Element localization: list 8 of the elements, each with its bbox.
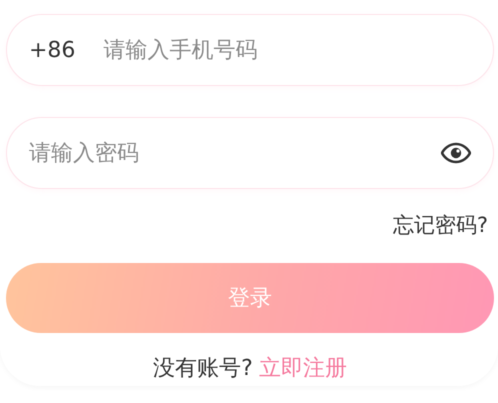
forgot-password-link[interactable]: 忘记密码? xyxy=(392,211,488,239)
eye-icon[interactable] xyxy=(441,142,471,164)
phone-input[interactable]: 请输入手机号码 xyxy=(103,38,471,62)
password-field[interactable]: 请输入密码 xyxy=(6,117,494,189)
phone-field[interactable]: +86 请输入手机号码 xyxy=(6,14,494,86)
password-input[interactable]: 请输入密码 xyxy=(29,140,441,166)
country-code[interactable]: +86 xyxy=(29,38,76,62)
register-prompt: 没有账号? xyxy=(153,355,253,383)
